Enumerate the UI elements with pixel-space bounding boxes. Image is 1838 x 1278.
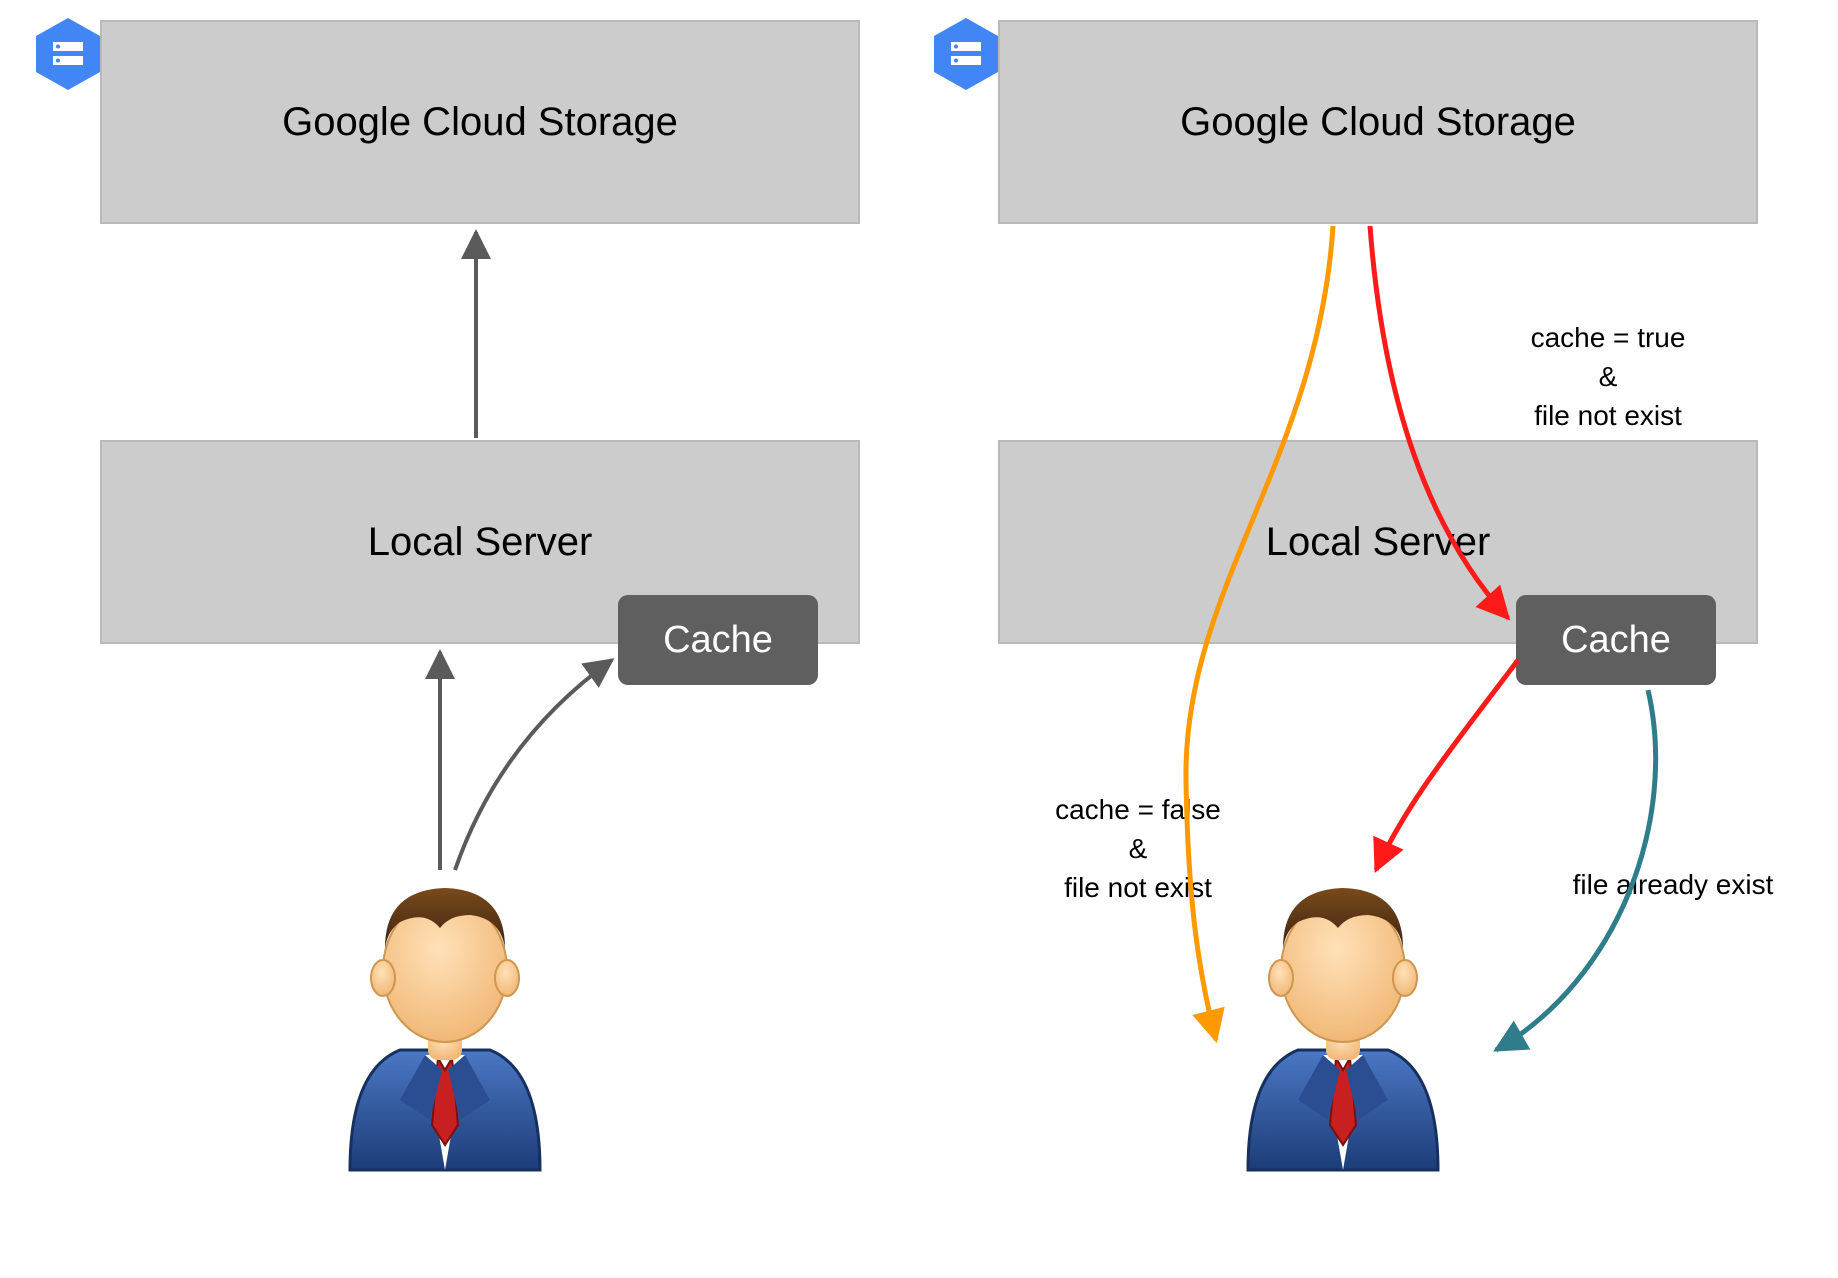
right-cache-label: Cache bbox=[1561, 619, 1671, 662]
right-cloud-label: Google Cloud Storage bbox=[1180, 100, 1576, 145]
user-icon bbox=[330, 870, 560, 1180]
right-cache-box: Cache bbox=[1516, 595, 1716, 685]
left-panel: Google Cloud Storage Local Server Cache bbox=[0, 0, 900, 1278]
right-panel: Google Cloud Storage Local Server Cache bbox=[938, 0, 1838, 1278]
annotation-cache-true: cache = true & file not exist bbox=[1478, 318, 1738, 436]
left-cloud-box: Google Cloud Storage bbox=[100, 20, 860, 224]
left-server-label: Local Server bbox=[368, 520, 593, 565]
annotation-file-already: file already exist bbox=[1543, 865, 1803, 904]
diagram-stage: Google Cloud Storage Local Server Cache bbox=[0, 0, 1838, 1278]
left-cache-box: Cache bbox=[618, 595, 818, 685]
left-cloud-label: Google Cloud Storage bbox=[282, 100, 678, 145]
left-cache-label: Cache bbox=[663, 619, 773, 662]
storage-hex-icon bbox=[28, 14, 108, 94]
right-server-label: Local Server bbox=[1266, 520, 1491, 565]
storage-hex-icon bbox=[926, 14, 1006, 94]
annotation-cache-false: cache = false & file not exist bbox=[1008, 790, 1268, 908]
user-icon bbox=[1228, 870, 1458, 1180]
right-cloud-box: Google Cloud Storage bbox=[998, 20, 1758, 224]
